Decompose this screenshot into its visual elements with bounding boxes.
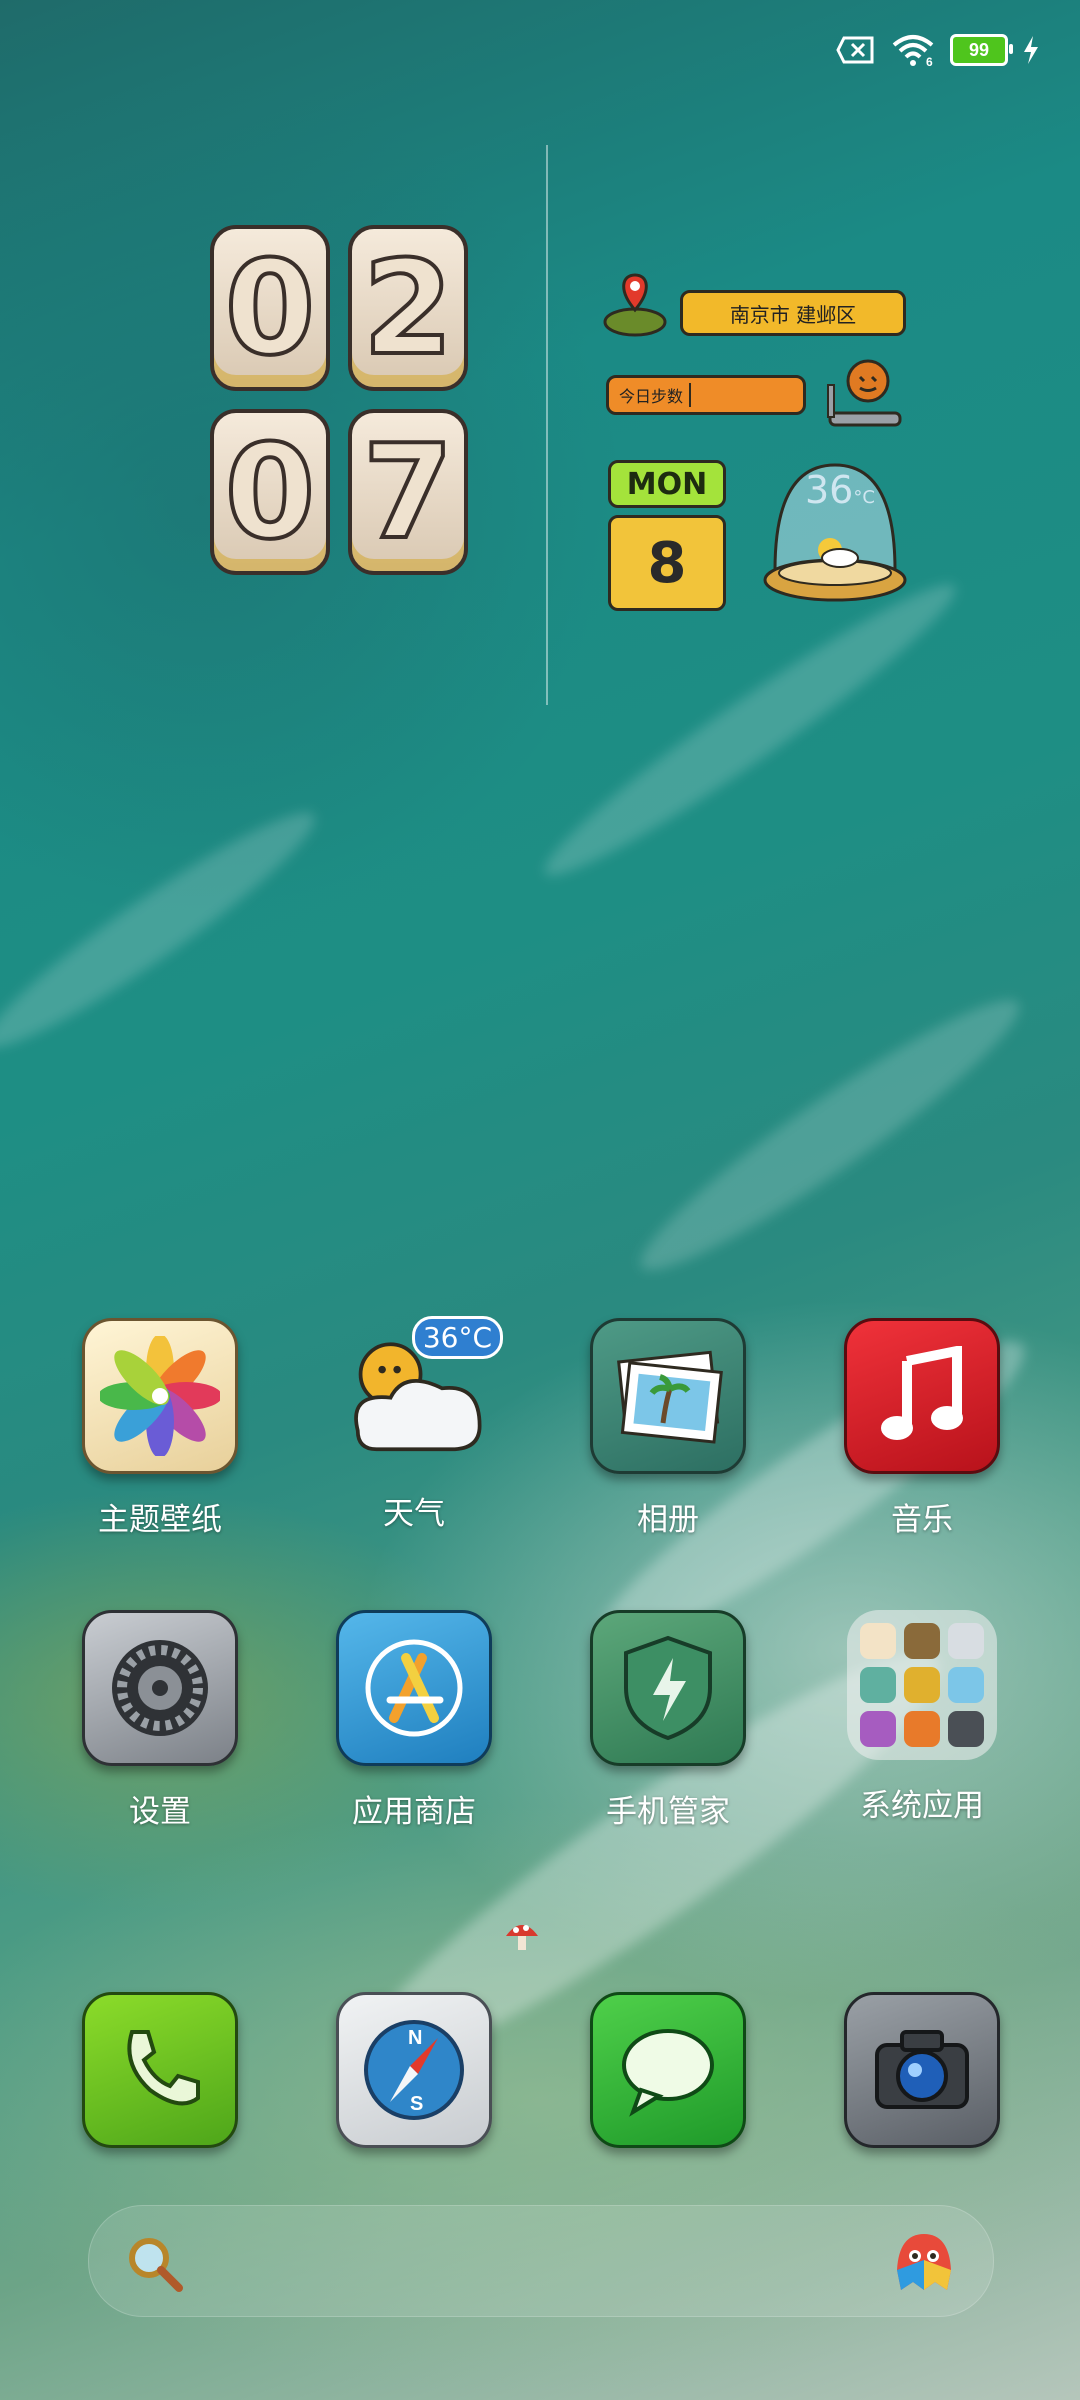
wifi-6-icon: 6 bbox=[892, 35, 934, 67]
location-pin-icon bbox=[603, 273, 667, 337]
app-label: 设置 bbox=[129, 1794, 191, 1830]
clock-digit: 7 bbox=[348, 409, 468, 575]
app-gallery[interactable]: 相册 bbox=[568, 1318, 768, 1539]
sim-off-icon bbox=[836, 36, 874, 64]
assistant-icon[interactable] bbox=[891, 2230, 957, 2294]
steps-label: 今日步数 bbox=[619, 387, 684, 406]
app-music[interactable]: 音乐 bbox=[822, 1318, 1022, 1539]
theme-wallpaper-icon bbox=[82, 1318, 238, 1474]
dock-browser[interactable]: N S bbox=[314, 1992, 514, 2148]
app-label: 系统应用 bbox=[860, 1788, 984, 1824]
temperature-unit: °C bbox=[853, 487, 875, 508]
app-weather[interactable]: 36°C 天气 bbox=[314, 1316, 514, 1533]
app-label: 应用商店 bbox=[352, 1794, 476, 1830]
app-label: 主题壁纸 bbox=[98, 1502, 222, 1538]
dock-phone[interactable] bbox=[60, 1992, 260, 2148]
battery-icon: 99 bbox=[950, 34, 1013, 66]
battery-level: 99 bbox=[968, 39, 990, 60]
messages-icon bbox=[590, 1992, 746, 2148]
gallery-icon bbox=[590, 1318, 746, 1474]
app-store[interactable]: 应用商店 bbox=[314, 1610, 514, 1831]
app-settings[interactable]: 设置 bbox=[60, 1610, 260, 1831]
system-apps-folder-icon bbox=[847, 1610, 997, 1760]
weekday-badge: MON bbox=[608, 460, 726, 508]
search-bar[interactable] bbox=[88, 2205, 994, 2317]
app-label: 天气 bbox=[383, 1496, 445, 1532]
location-text: 南京市 建邺区 bbox=[729, 302, 857, 327]
charging-icon bbox=[1024, 36, 1038, 64]
clock-hours: 0 2 bbox=[210, 225, 470, 391]
page-indicator-icon bbox=[506, 1925, 538, 1950]
steps-pill[interactable]: 今日步数 bbox=[606, 375, 806, 415]
location-pill[interactable]: 南京市 建邺区 bbox=[680, 290, 906, 336]
camera-icon bbox=[844, 1992, 1000, 2148]
status-bar: 6 99 bbox=[836, 30, 1040, 70]
date-box: 8 bbox=[608, 515, 726, 611]
search-icon[interactable] bbox=[125, 2234, 185, 2294]
folder-system-apps[interactable]: 系统应用 bbox=[822, 1610, 1022, 1825]
app-label: 手机管家 bbox=[606, 1794, 730, 1830]
widget-divider bbox=[546, 145, 548, 705]
clock-widget[interactable]: 0 2 0 7 bbox=[210, 225, 470, 593]
weather-icon: 36°C bbox=[339, 1316, 503, 1468]
dock-messages[interactable] bbox=[568, 1992, 768, 2148]
svg-text:N: N bbox=[408, 2027, 422, 2049]
app-security[interactable]: 手机管家 bbox=[568, 1610, 768, 1831]
security-icon bbox=[590, 1610, 746, 1766]
svg-text:S: S bbox=[410, 2093, 423, 2115]
music-icon bbox=[844, 1318, 1000, 1474]
phone-icon bbox=[82, 1992, 238, 2148]
temperature: 36°C bbox=[805, 468, 875, 512]
clock-digit: 0 bbox=[210, 409, 330, 575]
svg-text:6: 6 bbox=[926, 55, 933, 67]
weather-badge: 36°C bbox=[411, 1316, 503, 1359]
app-store-icon bbox=[336, 1610, 492, 1766]
temperature-value: 36 bbox=[805, 468, 854, 512]
treadmill-pumpkin-icon bbox=[827, 359, 902, 427]
clock-minutes: 0 7 bbox=[210, 409, 470, 575]
browser-compass-icon: N S bbox=[336, 1992, 492, 2148]
dock-camera[interactable] bbox=[822, 1992, 1022, 2148]
clock-digit: 2 bbox=[348, 225, 468, 391]
app-label: 音乐 bbox=[891, 1502, 953, 1538]
app-theme-wallpaper[interactable]: 主题壁纸 bbox=[60, 1318, 260, 1539]
app-label: 相册 bbox=[637, 1502, 699, 1538]
clock-digit: 0 bbox=[210, 225, 330, 391]
settings-icon bbox=[82, 1610, 238, 1766]
